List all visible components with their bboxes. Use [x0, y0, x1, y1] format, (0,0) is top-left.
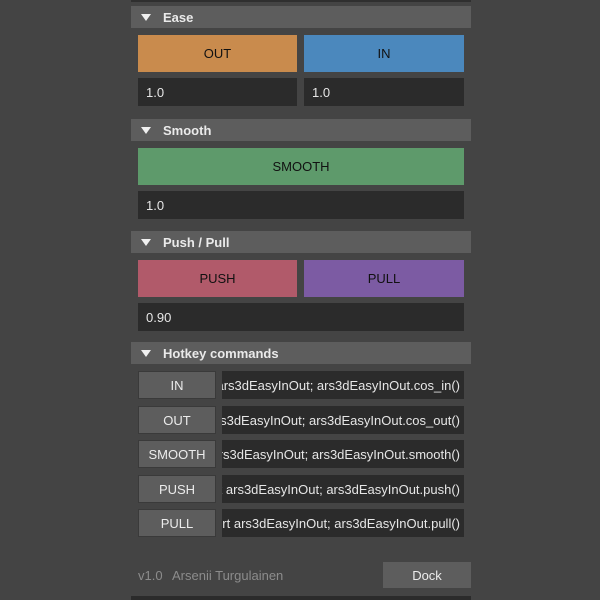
hotkey-smooth-button[interactable]: SMOOTH	[138, 440, 216, 468]
hotkey-push-button[interactable]: PUSH	[138, 475, 216, 503]
bottom-bar	[131, 596, 471, 600]
triangle-down-icon	[141, 349, 151, 357]
section-title-smooth: Smooth	[163, 122, 212, 138]
triangle-down-icon	[141, 238, 151, 246]
hotkey-out-command-field[interactable]: rs3dEasyInOut; ars3dEasyInOut.cos_out()	[222, 406, 464, 434]
smooth-button[interactable]: SMOOTH	[138, 148, 464, 185]
hotkey-in-command-text: ars3dEasyInOut; ars3dEasyInOut.cos_in()	[222, 377, 460, 393]
push-pull-value-field[interactable]: 0.90	[138, 303, 464, 331]
section-header-smooth[interactable]: Smooth	[131, 119, 471, 141]
hotkey-push-command-text: t ars3dEasyInOut; ars3dEasyInOut.push()	[222, 481, 460, 497]
hotkey-in-button[interactable]: IN	[138, 371, 216, 399]
ease-in-value-field[interactable]: 1.0	[304, 78, 464, 106]
hotkey-pull-command-field[interactable]: rt ars3dEasyInOut; ars3dEasyInOut.pull()	[222, 509, 464, 537]
section-title-hotkeys: Hotkey commands	[163, 345, 279, 361]
section-header-push-pull[interactable]: Push / Pull	[131, 231, 471, 253]
smooth-value-field[interactable]: 1.0	[138, 191, 464, 219]
section-header-ease[interactable]: Ease	[131, 6, 471, 28]
hotkey-in-command-field[interactable]: ars3dEasyInOut; ars3dEasyInOut.cos_in()	[222, 371, 464, 399]
author-label: Arsenii Turgulainen	[172, 568, 284, 583]
version-label: v1.0	[138, 568, 163, 583]
ease-out-button[interactable]: OUT	[138, 35, 297, 72]
push-button[interactable]: PUSH	[138, 260, 297, 297]
triangle-down-icon	[141, 13, 151, 21]
hotkey-out-button[interactable]: OUT	[138, 406, 216, 434]
ease-in-button[interactable]: IN	[304, 35, 464, 72]
section-header-hotkeys[interactable]: Hotkey commands	[131, 342, 471, 364]
hotkey-pull-command-text: rt ars3dEasyInOut; ars3dEasyInOut.pull()	[222, 515, 460, 531]
hotkey-push-command-field[interactable]: t ars3dEasyInOut; ars3dEasyInOut.push()	[222, 475, 464, 503]
top-divider	[131, 0, 471, 2]
hotkey-smooth-command-field[interactable]: rs3dEasyInOut; ars3dEasyInOut.smooth()	[222, 440, 464, 468]
section-title-push-pull: Push / Pull	[163, 234, 230, 250]
pull-button[interactable]: PULL	[304, 260, 464, 297]
hotkey-smooth-command-text: rs3dEasyInOut; ars3dEasyInOut.smooth()	[222, 446, 460, 462]
hotkey-out-command-text: rs3dEasyInOut; ars3dEasyInOut.cos_out()	[222, 412, 460, 428]
section-title-ease: Ease	[163, 9, 194, 25]
ease-out-value-field[interactable]: 1.0	[138, 78, 297, 106]
triangle-down-icon	[141, 126, 151, 134]
dock-button[interactable]: Dock	[383, 562, 471, 588]
hotkey-pull-button[interactable]: PULL	[138, 509, 216, 537]
ease-tool-window: Ease OUT IN 1.0 1.0 Smooth SMOOTH 1.0 Pu…	[0, 0, 600, 600]
